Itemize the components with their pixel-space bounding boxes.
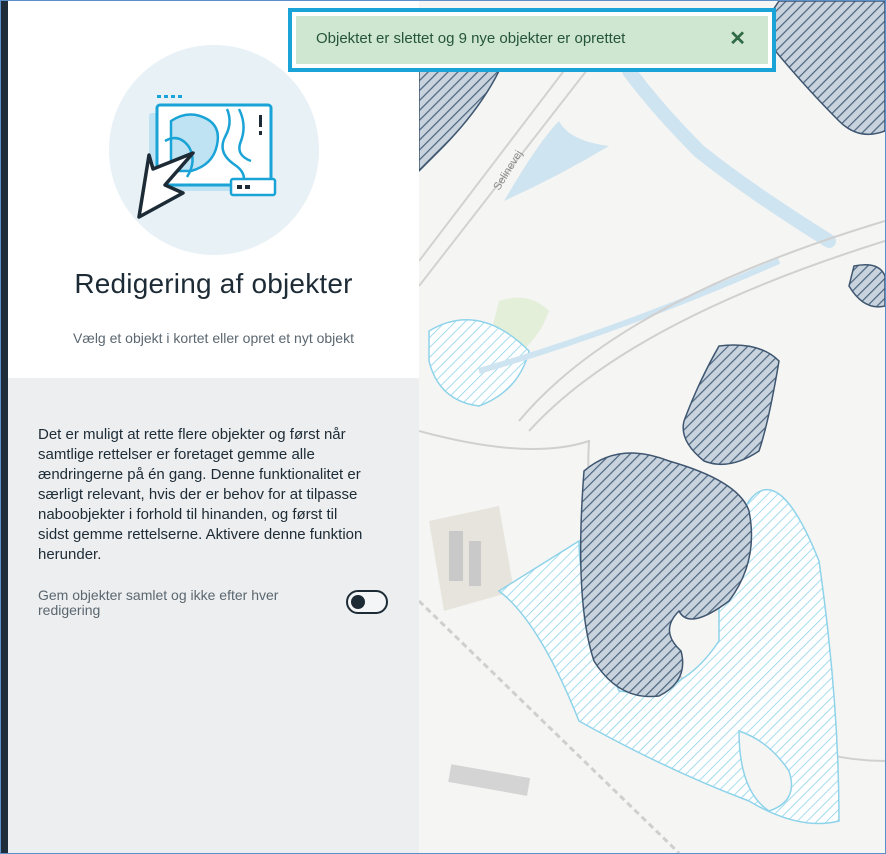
toggle-knob xyxy=(351,595,365,609)
map-graphic: Selinevej xyxy=(417,1,885,853)
toast-body: Objektet er slettet og 9 nye objekter er… xyxy=(296,16,768,64)
toast-message: Objektet er slettet og 9 nye objekter er… xyxy=(316,30,626,47)
page-subtitle: Vælg et objekt i kortet eller opret et n… xyxy=(73,330,354,346)
page-title: Redigering af objekter xyxy=(74,268,353,299)
left-edge-bar xyxy=(1,1,8,853)
illustration-circle xyxy=(109,45,319,255)
toast-notification: Objektet er slettet og 9 nye objekter er… xyxy=(288,8,776,72)
close-icon[interactable]: ✕ xyxy=(729,26,746,51)
info-text: Det er muligt at rette flere objekter og… xyxy=(38,426,363,563)
map-canvas[interactable]: Selinevej xyxy=(417,1,885,853)
app-window: Redigering af objekter Vælg et objekt i … xyxy=(0,0,886,854)
info-section: Det er muligt at rette flere objekter og… xyxy=(8,378,419,853)
map-cursor-illustration-icon xyxy=(137,95,277,219)
batch-save-toggle[interactable] xyxy=(346,590,388,614)
edit-panel: Redigering af objekter Vælg et objekt i … xyxy=(8,1,419,853)
batch-save-toggle-label: Gem objekter samlet og ikke efter hver r… xyxy=(38,587,279,618)
